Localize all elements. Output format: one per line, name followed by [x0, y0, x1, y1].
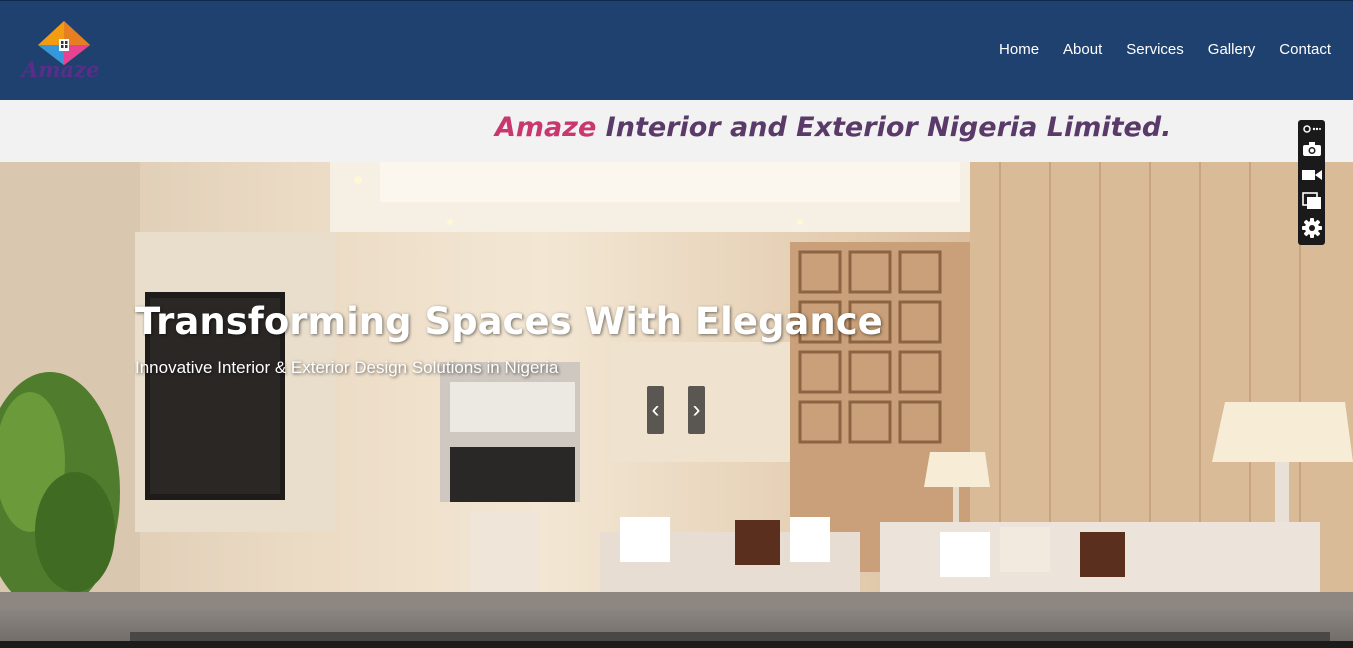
hero-background-image: [0, 162, 1353, 610]
hero-subtitle: Innovative Interior & Exterior Design So…: [135, 358, 559, 377]
gear-icon[interactable]: [1298, 216, 1325, 240]
tagline-brand: Amaze: [495, 112, 597, 143]
logo-text: Amaze: [22, 57, 100, 82]
nav-gallery[interactable]: Gallery: [1208, 41, 1256, 58]
nav-contact[interactable]: Contact: [1279, 41, 1331, 58]
floating-toolbar: [1298, 120, 1325, 245]
tagline-rest: Interior and Exterior Nigeria Limited.: [596, 112, 1172, 143]
hero-title: Transforming Spaces With Elegance: [135, 300, 883, 343]
main-nav: Home About Services Gallery Contact: [999, 41, 1331, 58]
hero-slider: Transforming Spaces With Elegance Innova…: [0, 162, 1353, 610]
window-stack-icon[interactable]: [1298, 190, 1325, 212]
navbar: Amaze Home About Services Gallery Contac…: [0, 0, 1353, 100]
camera-icon[interactable]: [1298, 138, 1325, 160]
nav-services[interactable]: Services: [1126, 41, 1184, 58]
nav-home[interactable]: Home: [999, 41, 1039, 58]
video-icon[interactable]: [1298, 164, 1325, 186]
slider-next-button[interactable]: ›: [688, 386, 705, 434]
slider-prev-button[interactable]: ‹: [647, 386, 664, 434]
tagline-bar: Amaze Interior and Exterior Nigeria Limi…: [0, 100, 1353, 162]
brand-logo[interactable]: Amaze: [18, 19, 110, 85]
bottom-bar: [0, 641, 1353, 648]
pin-more-icon[interactable]: [1298, 122, 1325, 136]
company-tagline: Amaze Interior and Exterior Nigeria Limi…: [495, 112, 1171, 143]
nav-about[interactable]: About: [1063, 41, 1102, 58]
